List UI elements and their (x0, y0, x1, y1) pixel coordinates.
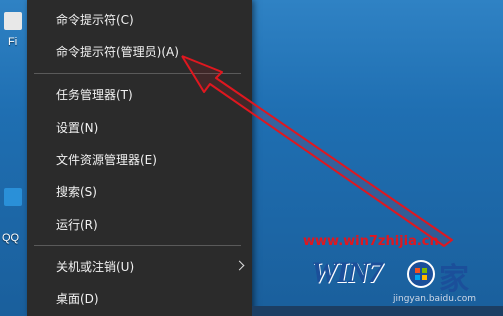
watermark-url: www.win7zhijia.cn (303, 234, 439, 249)
watermark-site: jingyan.baidu.com (393, 294, 477, 304)
watermark-home-char: 家 (439, 262, 469, 297)
watermark-logo-text: WIN7 (311, 256, 383, 289)
watermark: www.win7zhijia.cn WIN7 家 jingyan.baidu.c… (303, 234, 499, 312)
windows-logo-icon (407, 260, 435, 288)
